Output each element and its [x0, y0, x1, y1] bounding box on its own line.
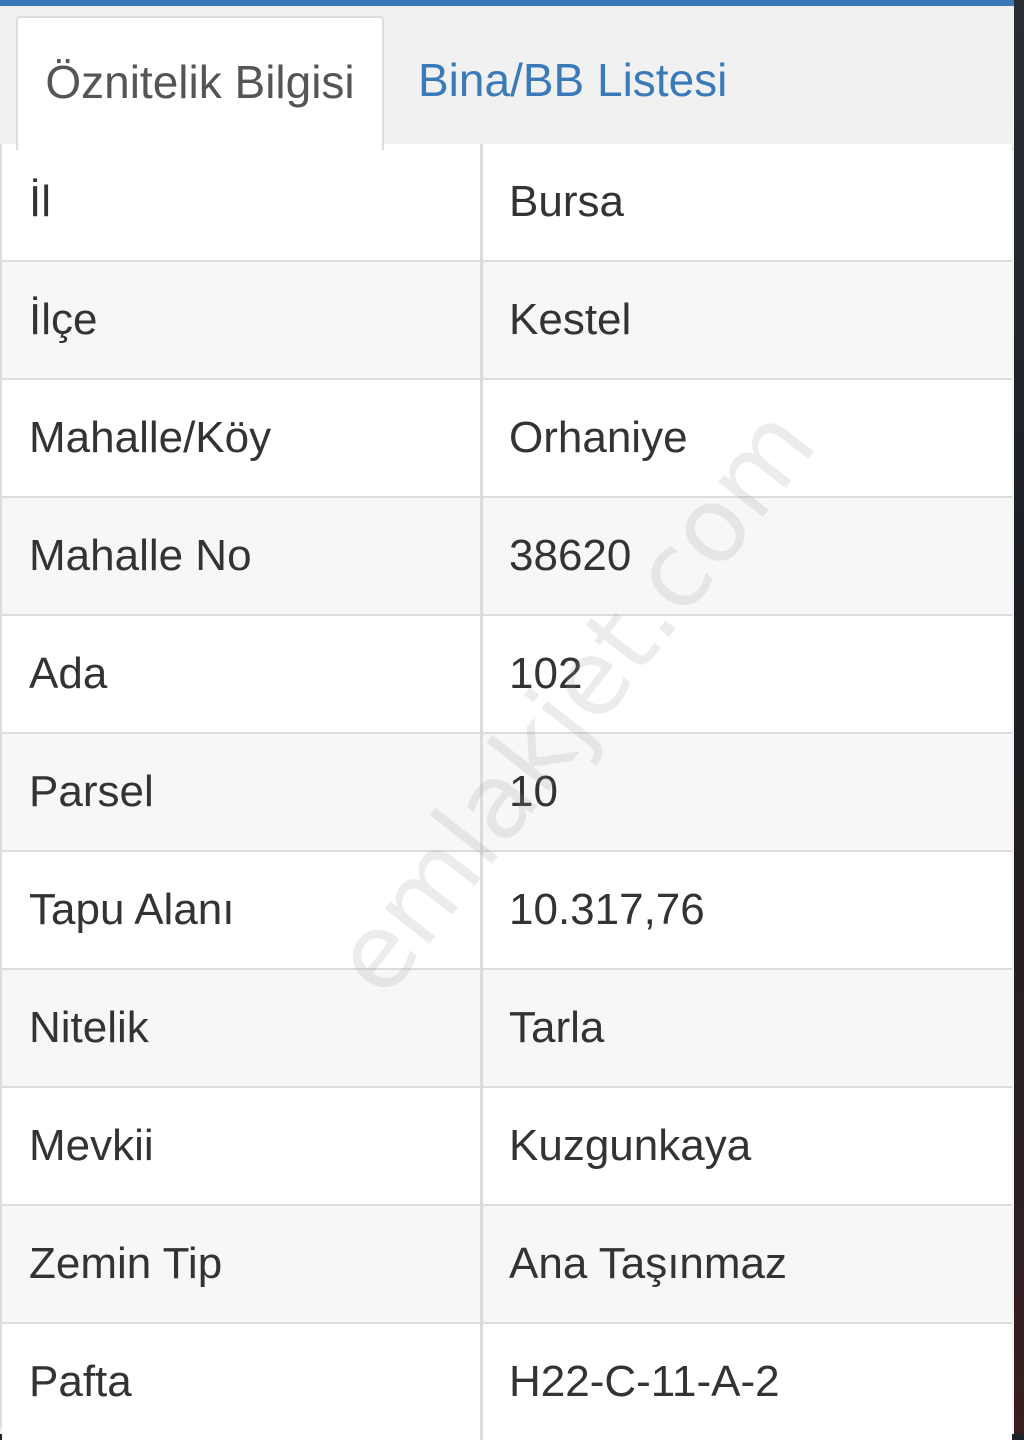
column-divider	[480, 734, 483, 850]
table-row-mahalle-koy: Mahalle/Köy Orhaniye	[2, 380, 1012, 498]
row-value: 38620	[509, 531, 632, 580]
row-label: Pafta	[29, 1357, 132, 1406]
table-row-ada: Ada 102	[2, 616, 1012, 734]
row-value: Ana Taşınmaz	[509, 1239, 788, 1288]
table-row-tapu-alani: Tapu Alanı 10.317,76	[2, 852, 1012, 970]
row-value: Tarla	[509, 1003, 605, 1052]
table-row-zemin-tip: Zemin Tip Ana Taşınmaz	[2, 1206, 1012, 1324]
table-row-mahalle-no: Mahalle No 38620	[2, 498, 1012, 616]
table-row-il: İl Bursa	[2, 144, 1012, 262]
tab-bina-bb-listesi[interactable]: Bina/BB Listesi	[418, 16, 727, 148]
row-label: İlçe	[29, 295, 98, 344]
tab-bar: Öznitelik Bilgisi Bina/BB Listesi	[0, 6, 1014, 150]
column-divider	[480, 1206, 483, 1322]
row-label: Mahalle No	[29, 531, 252, 580]
row-value: 10	[509, 767, 558, 816]
column-divider	[480, 616, 483, 732]
attribute-table: İl Bursa İlçe Kestel Mahalle/Köy Orhaniy…	[2, 144, 1012, 1440]
row-value: 102	[509, 649, 583, 698]
column-divider	[480, 262, 483, 378]
row-label: Parsel	[29, 767, 154, 816]
row-value: Bursa	[509, 177, 624, 226]
row-value: H22-C-11-A-2	[509, 1357, 780, 1406]
row-label: İl	[29, 177, 51, 226]
row-label: Nitelik	[29, 1003, 149, 1052]
table-row-parsel: Parsel 10	[2, 734, 1012, 852]
table-row-mevkii: Mevkii Kuzgunkaya	[2, 1088, 1012, 1206]
row-label: Mahalle/Köy	[29, 413, 272, 462]
table-row-pafta: Pafta H22-C-11-A-2	[2, 1324, 1012, 1440]
table-row-ilce: İlçe Kestel	[2, 262, 1012, 380]
row-value: Orhaniye	[509, 413, 688, 462]
column-divider	[480, 498, 483, 614]
column-divider	[480, 1088, 483, 1204]
row-value: Kestel	[509, 295, 632, 344]
right-edge-background	[1014, 0, 1024, 1434]
row-value: 10.317,76	[509, 885, 705, 934]
row-label: Mevkii	[29, 1121, 154, 1170]
column-divider	[480, 1324, 483, 1440]
column-divider	[480, 970, 483, 1086]
table-row-nitelik: Nitelik Tarla	[2, 970, 1012, 1088]
tab-oznitelik-bilgisi[interactable]: Öznitelik Bilgisi	[16, 16, 384, 150]
column-divider	[480, 852, 483, 968]
column-divider	[480, 144, 483, 260]
row-label: Tapu Alanı	[29, 885, 235, 934]
column-divider	[480, 380, 483, 496]
row-label: Zemin Tip	[29, 1239, 223, 1288]
row-value: Kuzgunkaya	[509, 1121, 752, 1170]
row-label: Ada	[29, 649, 108, 698]
